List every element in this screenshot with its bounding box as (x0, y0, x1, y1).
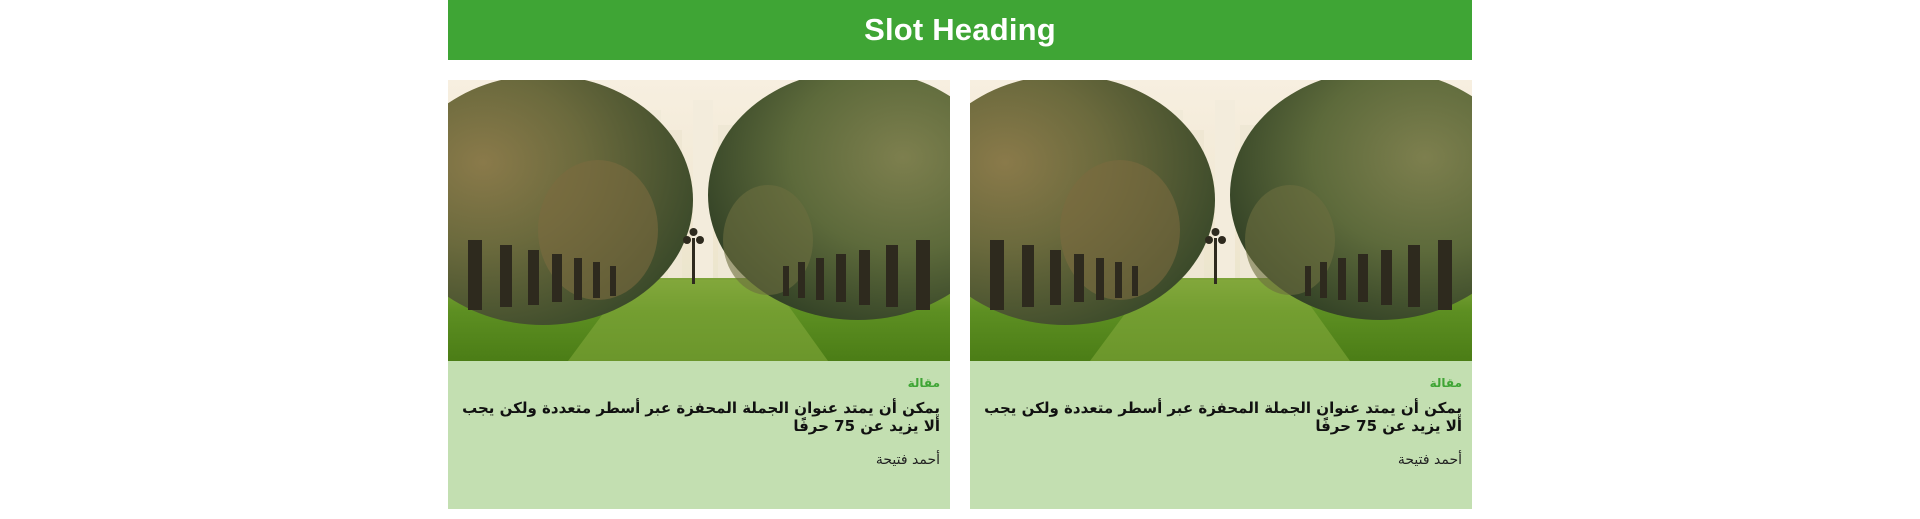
card-list: مقالة يمكن أن يمتد عنوان الجملة المحفزة … (448, 80, 1472, 509)
card-body: مقالة يمكن أن يمتد عنوان الجملة المحفزة … (448, 361, 950, 469)
palm-tree-avenue-photo[interactable] (970, 80, 1472, 361)
card-author: أحمد فتيحة (1397, 452, 1462, 468)
card-body: مقالة يمكن أن يمتد عنوان الجملة المحفزة … (970, 361, 1472, 469)
article-card[interactable]: مقالة يمكن أن يمتد عنوان الجملة المحفزة … (448, 80, 950, 509)
content-slot: Slot Heading مقالة يمكن أن يمتد عنوان ال… (448, 0, 1472, 509)
card-author: أحمد فتيحة (875, 452, 940, 468)
slot-heading: Slot Heading (864, 12, 1056, 47)
card-title[interactable]: يمكن أن يمتد عنوان الجملة المحفزة عبر أس… (458, 399, 940, 435)
article-card[interactable]: مقالة يمكن أن يمتد عنوان الجملة المحفزة … (970, 80, 1472, 509)
palm-tree-avenue-photo[interactable] (448, 80, 950, 361)
slot-header: Slot Heading (448, 0, 1472, 60)
card-category[interactable]: مقالة (458, 375, 940, 391)
card-category[interactable]: مقالة (980, 375, 1462, 391)
card-title[interactable]: يمكن أن يمتد عنوان الجملة المحفزة عبر أس… (980, 399, 1462, 435)
